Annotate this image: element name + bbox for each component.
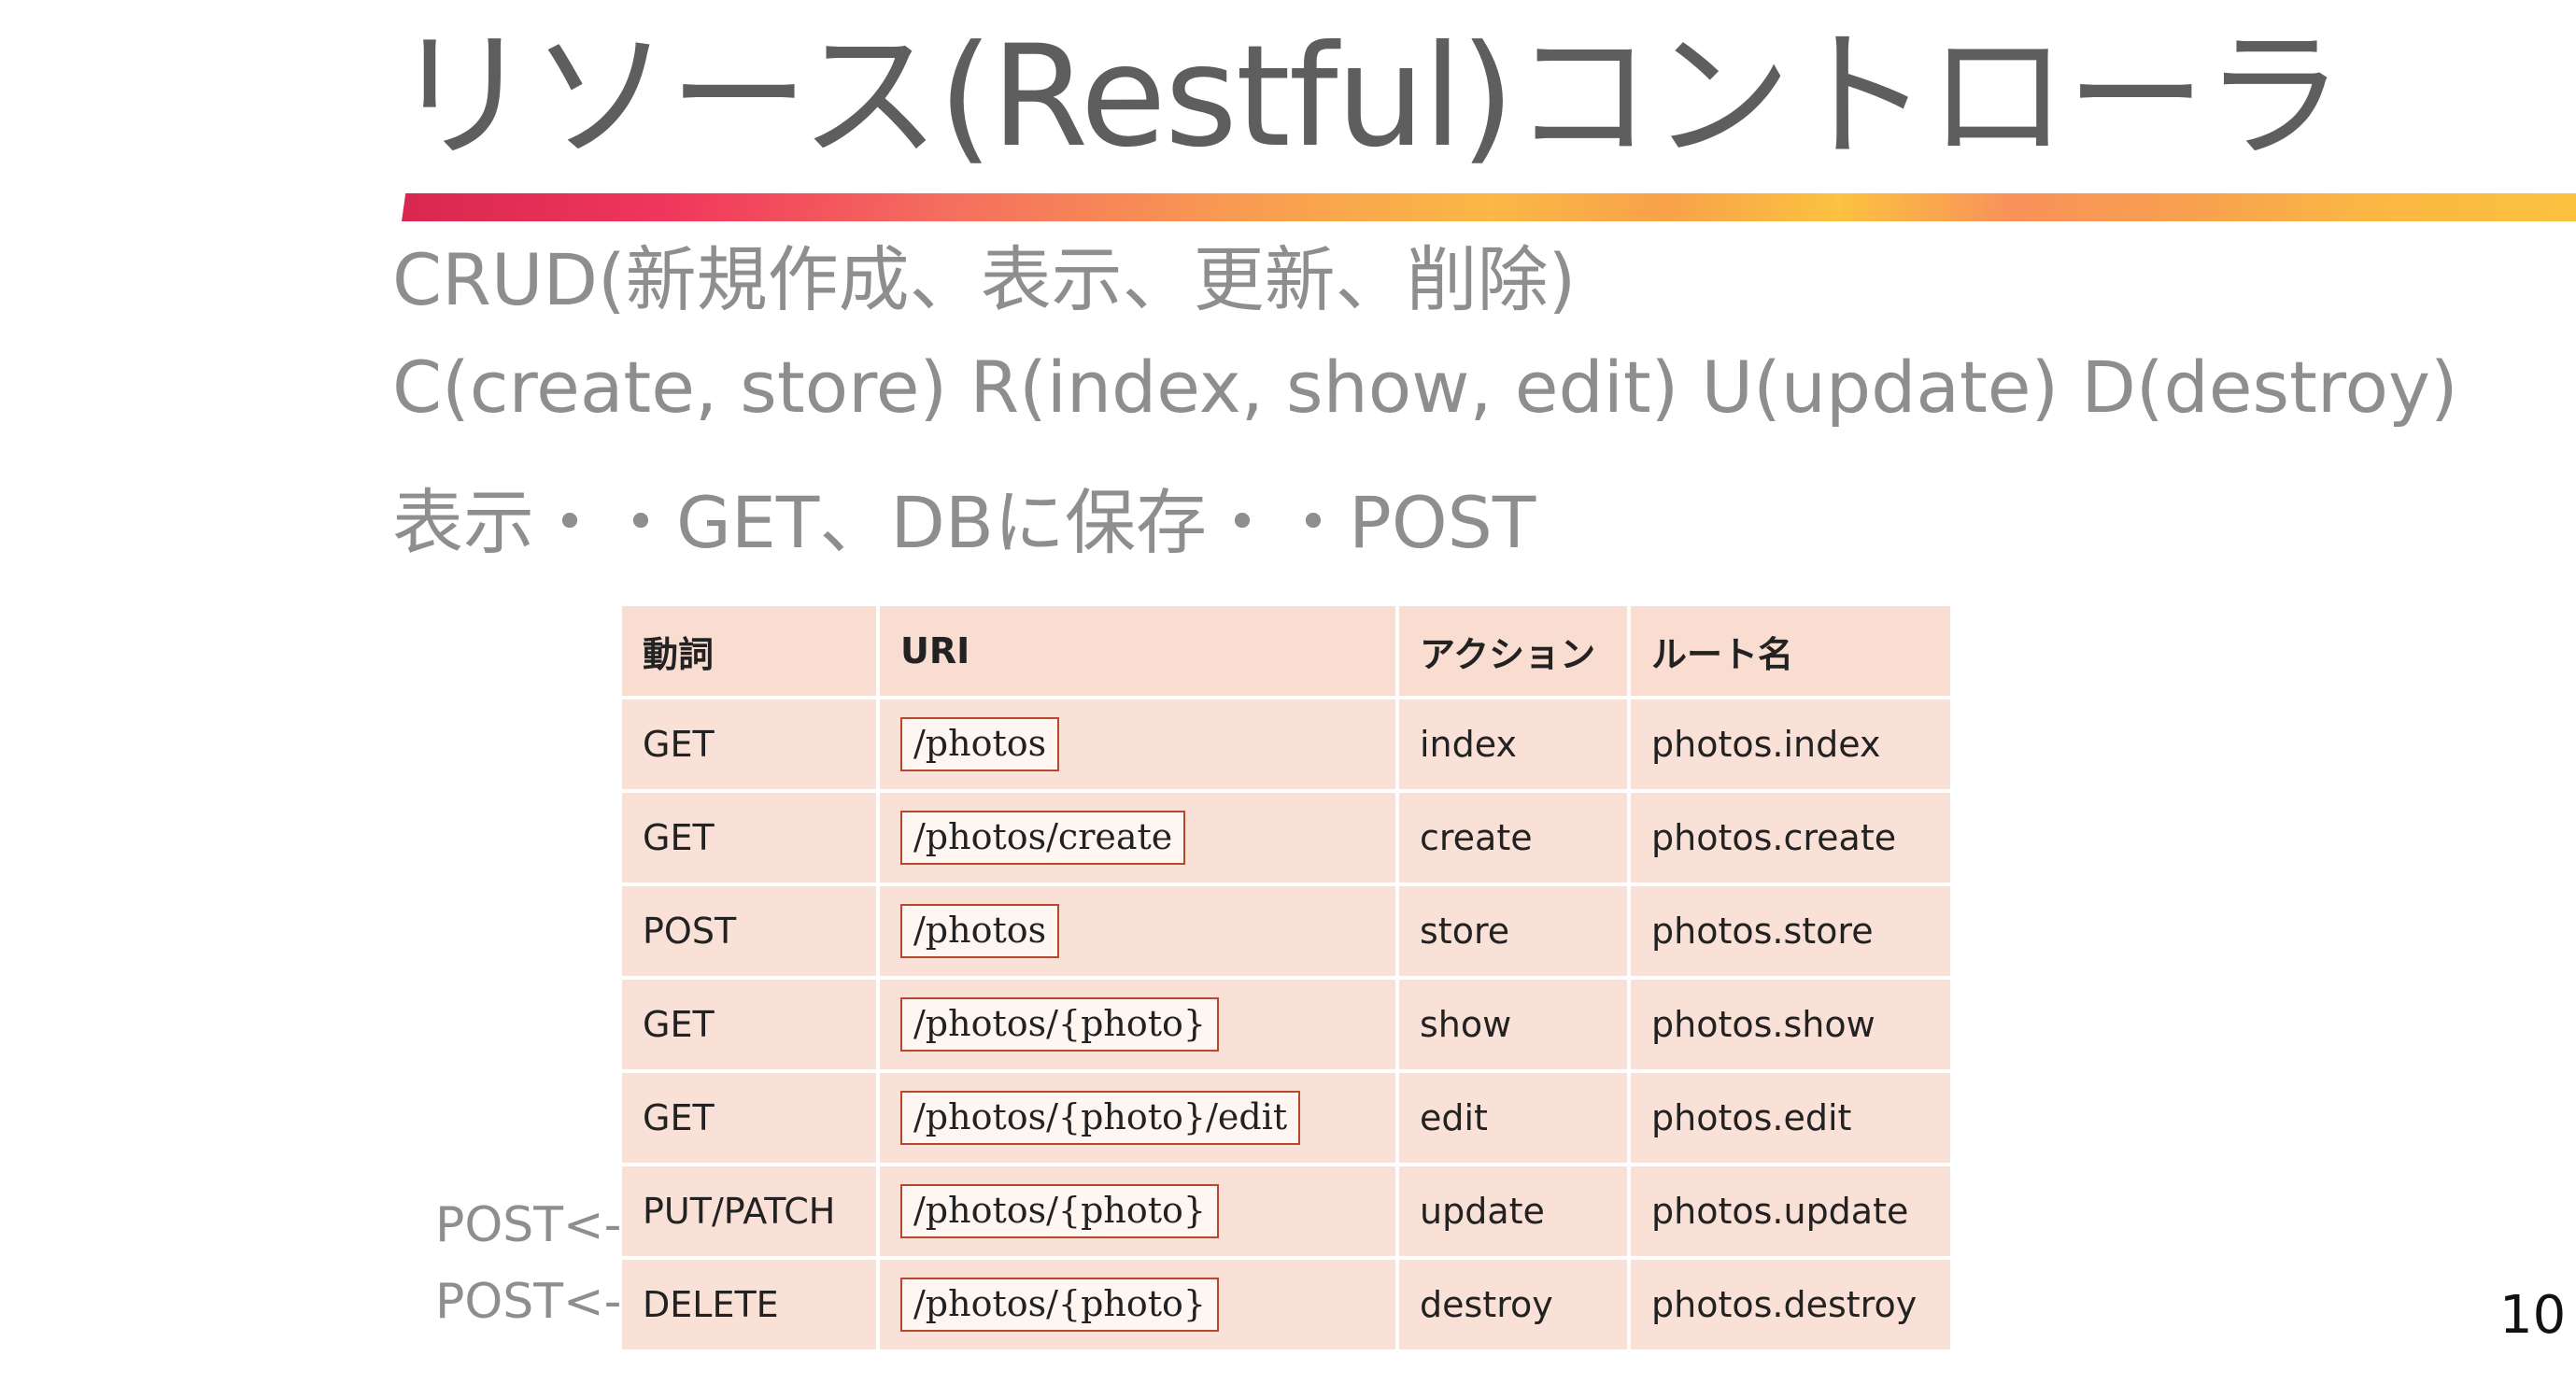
cell-verb: GET <box>622 1073 876 1163</box>
bullet-actions: C(create, store) R(index, show, edit) U(… <box>392 346 2458 429</box>
table-row: GET /photos/{photo} show photos.show <box>622 980 1950 1069</box>
cell-verb: GET <box>622 980 876 1069</box>
table-row: DELETE /photos/{photo} destroy photos.de… <box>622 1260 1950 1349</box>
title-accent-bar <box>402 193 2576 221</box>
uri-code: /photos/{photo}/edit <box>900 1091 1301 1145</box>
route-table: 動詞 URI アクション ルート名 GET /photos index phot… <box>618 602 1954 1353</box>
table-row: POST /photos store photos.store <box>622 886 1950 976</box>
cell-uri: /photos/create <box>880 793 1395 883</box>
cell-route-name: photos.edit <box>1631 1073 1950 1163</box>
cell-uri: /photos/{photo} <box>880 1166 1395 1256</box>
cell-action: create <box>1399 793 1627 883</box>
table-row: GET /photos index photos.index <box>622 699 1950 789</box>
table-row: GET /photos/{photo}/edit edit photos.edi… <box>622 1073 1950 1163</box>
cell-uri: /photos/{photo} <box>880 980 1395 1069</box>
cell-verb: GET <box>622 793 876 883</box>
page-number: 10 <box>2499 1285 2567 1346</box>
cell-uri: /photos/{photo} <box>880 1260 1395 1349</box>
cell-action: edit <box>1399 1073 1627 1163</box>
table-row: GET /photos/create create photos.create <box>622 793 1950 883</box>
destroy-post-note: POST<- <box>435 1274 622 1330</box>
cell-action: update <box>1399 1166 1627 1256</box>
cell-uri: /photos <box>880 699 1395 789</box>
cell-route-name: photos.update <box>1631 1166 1950 1256</box>
uri-code: /photos/{photo} <box>900 1278 1220 1332</box>
table-row: PUT/PATCH /photos/{photo} update photos.… <box>622 1166 1950 1256</box>
header-verb: 動詞 <box>622 606 876 696</box>
uri-code: /photos/{photo} <box>900 1184 1220 1238</box>
header-route-name: ルート名 <box>1631 606 1950 696</box>
uri-code: /photos <box>900 904 1060 958</box>
cell-route-name: photos.index <box>1631 699 1950 789</box>
cell-action: store <box>1399 886 1627 976</box>
cell-uri: /photos <box>880 886 1395 976</box>
cell-verb: DELETE <box>622 1260 876 1349</box>
cell-action: destroy <box>1399 1260 1627 1349</box>
cell-verb: PUT/PATCH <box>622 1166 876 1256</box>
cell-verb: POST <box>622 886 876 976</box>
header-action: アクション <box>1399 606 1627 696</box>
uri-code: /photos <box>900 717 1060 771</box>
cell-uri: /photos/{photo}/edit <box>880 1073 1395 1163</box>
cell-route-name: photos.destroy <box>1631 1260 1950 1349</box>
bullet-crud: CRUD(新規作成、表示、更新、削除) <box>392 238 1577 321</box>
cell-action: index <box>1399 699 1627 789</box>
update-post-note: POST<- <box>435 1197 622 1253</box>
bullet-methods: 表示・・GET、DBに保存・・POST <box>392 481 1536 564</box>
cell-verb: GET <box>622 699 876 789</box>
header-uri: URI <box>880 606 1395 696</box>
cell-route-name: photos.show <box>1631 980 1950 1069</box>
slide-title: リソース(Restful)コントローラ <box>392 16 2344 178</box>
cell-action: show <box>1399 980 1627 1069</box>
cell-route-name: photos.store <box>1631 886 1950 976</box>
cell-route-name: photos.create <box>1631 793 1950 883</box>
uri-code: /photos/{photo} <box>900 997 1220 1052</box>
uri-code: /photos/create <box>900 811 1186 865</box>
table-header-row: 動詞 URI アクション ルート名 <box>622 606 1950 696</box>
